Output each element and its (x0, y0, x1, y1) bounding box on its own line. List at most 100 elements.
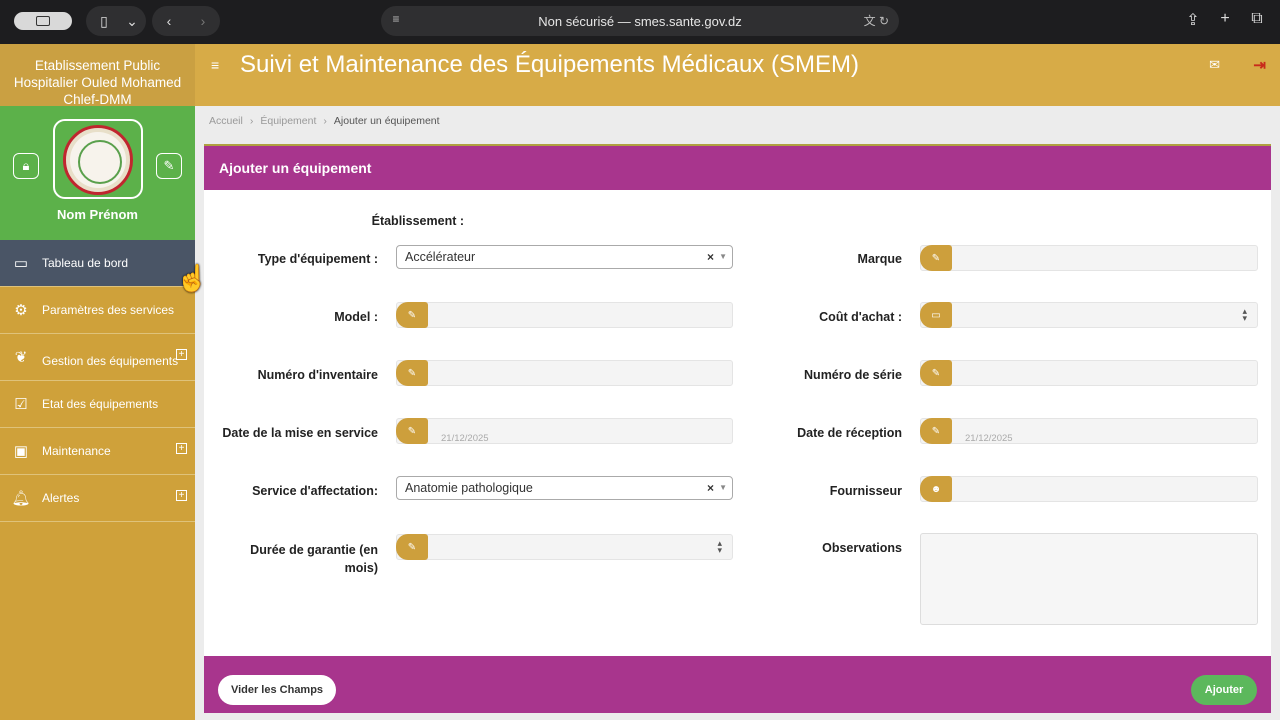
share-icon[interactable]: ⇪ (1184, 10, 1202, 30)
model-input[interactable]: ✎ (396, 302, 733, 328)
users-icon: ☻ (920, 476, 952, 502)
pencil-icon: ✎ (396, 534, 428, 560)
tabs-overview-icon[interactable]: ⧉ (1248, 10, 1266, 30)
service-select[interactable]: Anatomie pathologique × ▼ (396, 476, 733, 500)
cout-input[interactable]: ▭ ▴ ▾ (920, 302, 1258, 328)
browser-actions: ⇪ + ⧉ (1184, 10, 1266, 30)
pencil-icon: ✎ (163, 158, 175, 173)
type-label: Type d'équipement : (257, 252, 378, 266)
sidebar-item-gestion[interactable]: ❦ Gestion des équipements + (0, 334, 195, 381)
page-menu-icon[interactable]: ≡ (389, 12, 403, 26)
spinner-icon[interactable]: ▴ ▾ (1242, 307, 1247, 323)
window-switcher-button[interactable] (14, 12, 72, 30)
checkbox-icon: ☑ (14, 396, 28, 413)
profile-panel: 🔒︎ ✎ Nom Prénom (0, 106, 195, 240)
sidebar-icon[interactable]: ▯ (86, 13, 122, 30)
inventaire-input[interactable]: ✎ (396, 360, 733, 386)
expand-icon[interactable]: + (176, 443, 187, 454)
pencil-icon: ✎ (920, 245, 952, 271)
bell-icon: 🔔︎ (11, 490, 31, 507)
sidebar-item-etat[interactable]: ☑ Etat des équipements (0, 381, 195, 428)
service-label: Service d'affectation: (252, 484, 378, 498)
profile-name: Nom Prénom (57, 207, 138, 222)
model-label: Model : (334, 310, 378, 324)
sidebar-item-tableau-de-bord[interactable]: ▭ Tableau de bord (0, 240, 195, 287)
cout-label: Coût d'achat : (819, 310, 902, 324)
address-text: Non sécurisé — smes.sante.gov.dz (538, 13, 742, 29)
sidebar-item-label: Gestion des équipements (42, 354, 179, 368)
date-value: 21/12/2025 (441, 433, 489, 444)
mise-service-date[interactable]: ✎ 21/12/2025 (396, 418, 733, 444)
form-footer: Vider les Champs Ajouter (204, 656, 1271, 713)
clear-icon[interactable]: × (707, 250, 714, 264)
mail-icon[interactable]: ✉ (1209, 57, 1220, 73)
type-select[interactable]: Accélérateur × ▼ (396, 245, 733, 269)
sidebar-item-label: Etat des équipements (42, 397, 159, 411)
fournisseur-label: Fournisseur (829, 484, 902, 498)
add-button[interactable]: Ajouter (1191, 675, 1257, 705)
observations-textarea[interactable] (920, 533, 1258, 625)
etablissement-label: Établissement : (371, 214, 464, 228)
forward-icon[interactable]: › (186, 13, 220, 29)
reception-label: Date de réception (797, 426, 902, 440)
chevron-down-icon[interactable]: ⌄ (122, 13, 142, 30)
window-icon (36, 16, 50, 26)
caret-down-icon[interactable]: ▼ (719, 483, 727, 492)
sidebar-toggle-group[interactable]: ▯ ⌄ (86, 6, 146, 36)
breadcrumb: Accueil › Équipement › Ajouter un équipement (209, 115, 440, 127)
form-title: Ajouter un équipement (204, 146, 1271, 190)
address-bar[interactable]: ≡ Non sécurisé — smes.sante.gov.dz 文 ↻ (381, 6, 899, 36)
institution-title: Etablissement Public Hospitalier Ouled M… (0, 44, 195, 107)
briefcase-icon: ▣ (13, 443, 29, 460)
sidebar-item-label: Tableau de bord (42, 256, 129, 270)
leaf-icon: ❦ (14, 349, 28, 366)
date-value: 21/12/2025 (965, 433, 1013, 444)
form-card: Ajouter un équipement Établissement : Ty… (204, 144, 1271, 713)
type-value: Accélérateur (405, 250, 476, 264)
inventaire-label: Numéro d'inventaire (257, 368, 378, 382)
clear-fields-button[interactable]: Vider les Champs (218, 675, 336, 705)
spinner-icon[interactable]: ▴ ▾ (717, 539, 722, 555)
sidebar: Etablissement Public Hospitalier Ouled M… (0, 44, 195, 720)
clear-icon[interactable]: × (707, 481, 714, 495)
logout-icon[interactable]: ⇥ (1253, 56, 1266, 74)
new-tab-icon[interactable]: + (1216, 10, 1234, 30)
caret-down-icon[interactable]: ▼ (719, 252, 727, 261)
observations-label: Observations (822, 541, 902, 555)
back-icon[interactable]: ‹ (152, 13, 186, 29)
expand-icon[interactable]: + (176, 490, 187, 501)
garantie-input[interactable]: ✎ ▴ ▾ (396, 534, 733, 560)
sidebar-item-label: Paramètres des services (42, 303, 175, 317)
serie-label: Numéro de série (804, 368, 902, 382)
reception-date[interactable]: ✎ 21/12/2025 (920, 418, 1258, 444)
history-nav-group[interactable]: ‹ › (152, 6, 220, 36)
monitor-icon: ▭ (13, 255, 29, 272)
money-icon: ▭ (920, 302, 952, 328)
marque-input[interactable]: ✎ (920, 245, 1258, 271)
sidebar-item-maintenance[interactable]: ▣ Maintenance + (0, 428, 195, 475)
serie-input[interactable]: ✎ (920, 360, 1258, 386)
sidebar-item-label: Maintenance (42, 444, 111, 458)
logo-frame (53, 119, 143, 199)
garantie-label: Durée de garantie (en mois) (250, 543, 378, 575)
mise-service-label: Date de la mise en service (222, 426, 378, 440)
pencil-icon: ✎ (396, 360, 428, 386)
app-title: Suivi et Maintenance des Équipements Méd… (240, 51, 859, 78)
service-value: Anatomie pathologique (405, 481, 533, 495)
sidebar-item-label: Alertes (42, 491, 80, 505)
menu-toggle-icon[interactable]: ≡ (211, 57, 219, 73)
fournisseur-input[interactable]: ☻ (920, 476, 1258, 502)
edit-profile-button[interactable]: ✎ (156, 153, 182, 179)
breadcrumb-home[interactable]: Accueil (209, 115, 243, 127)
pencil-icon: ✎ (920, 360, 952, 386)
sidebar-item-alertes[interactable]: 🔔︎ Alertes + (0, 475, 195, 522)
pencil-icon: ✎ (920, 418, 952, 444)
breadcrumb-section[interactable]: Équipement (260, 115, 316, 127)
lock-button[interactable]: 🔒︎ (13, 153, 39, 179)
gear-icon: ⚙ (14, 302, 28, 319)
pencil-icon: ✎ (396, 418, 428, 444)
sidebar-item-parametres[interactable]: ⚙ Paramètres des services (0, 287, 195, 334)
pencil-icon: ✎ (396, 302, 428, 328)
reload-icon[interactable]: 文 ↻ (864, 12, 889, 29)
expand-icon[interactable]: + (176, 349, 187, 360)
